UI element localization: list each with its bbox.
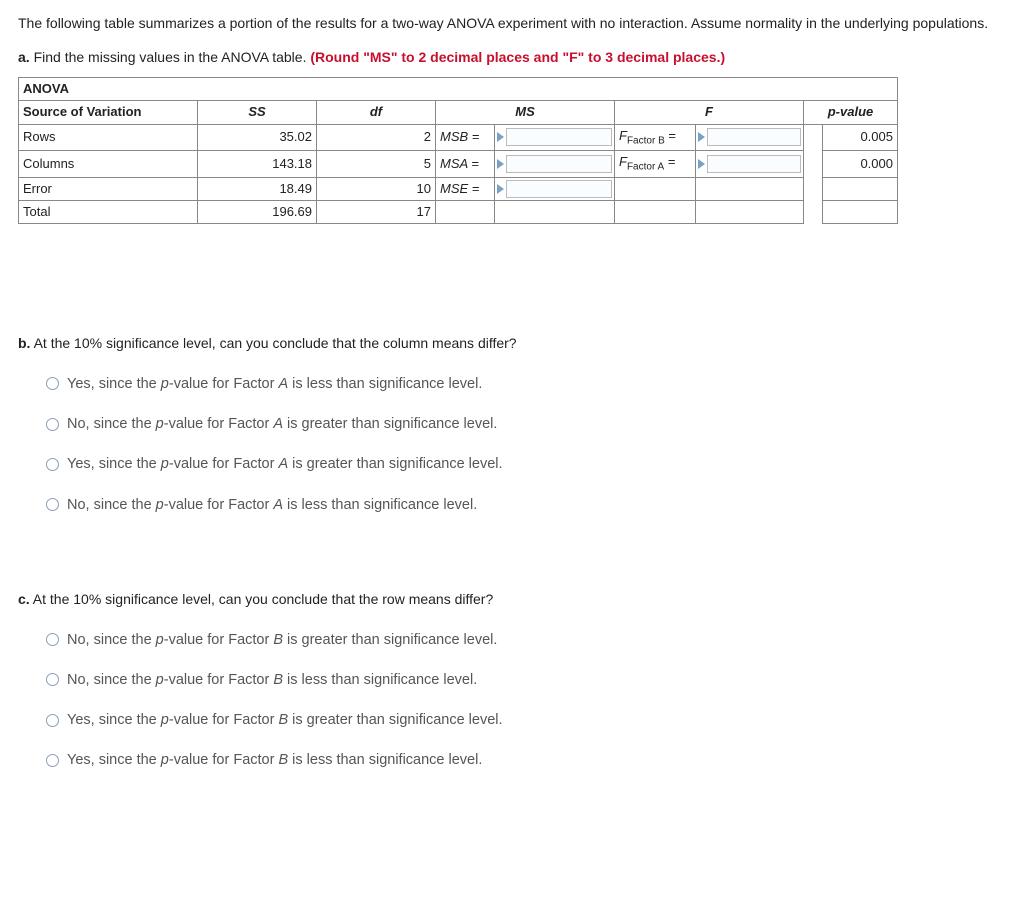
sov-columns: Columns [19, 151, 198, 178]
df-rows: 2 [317, 124, 436, 151]
radio-icon [46, 498, 59, 511]
dropdown-icon [698, 159, 705, 169]
anova-table: ANOVA Source of Variation SS df MS F p-v… [18, 77, 898, 224]
option-c3[interactable]: Yes, since the p-value for Factor B is g… [46, 710, 1006, 730]
option-b4-label: No, since the p-value for Factor A is le… [67, 495, 477, 515]
sov-error: Error [19, 177, 198, 200]
option-b4[interactable]: No, since the p-value for Factor A is le… [46, 495, 1006, 515]
option-c1-label: No, since the p-value for Factor B is gr… [67, 630, 497, 650]
msb-input[interactable] [497, 128, 612, 146]
pvalue-rows: 0.005 [823, 124, 898, 151]
msa-input[interactable] [497, 155, 612, 173]
radio-icon [46, 673, 59, 686]
part-b-label: b. [18, 335, 30, 351]
ss-rows: 35.02 [198, 124, 317, 151]
f-factor-b-input[interactable] [698, 128, 801, 146]
option-c3-label: Yes, since the p-value for Factor B is g… [67, 710, 503, 730]
option-c4[interactable]: Yes, since the p-value for Factor B is l… [46, 750, 1006, 770]
ss-total: 196.69 [198, 200, 317, 223]
ms-label-error: MSE = [440, 181, 479, 196]
df-error: 10 [317, 177, 436, 200]
part-a-label: a. [18, 49, 30, 65]
option-b3-label: Yes, since the p-value for Factor A is g… [67, 454, 503, 474]
part-c-label: c. [18, 591, 30, 607]
dropdown-icon [497, 184, 504, 194]
df-total: 17 [317, 200, 436, 223]
pvalue-columns: 0.000 [823, 151, 898, 178]
col-ms: MS [436, 101, 615, 124]
radio-icon [46, 458, 59, 471]
dropdown-icon [497, 132, 504, 142]
part-a-instruction: (Round "MS" to 2 decimal places and "F" … [310, 49, 725, 65]
table-row: Rows 35.02 2 MSB = FFactor B = 0.005 [19, 124, 898, 151]
ms-label-columns: MSA = [440, 156, 479, 171]
col-sov: Source of Variation [19, 101, 198, 124]
ss-error: 18.49 [198, 177, 317, 200]
table-row: Error 18.49 10 MSE = [19, 177, 898, 200]
ms-label-rows: MSB = [440, 129, 479, 144]
table-row: Total 196.69 17 [19, 200, 898, 223]
anova-title: ANOVA [19, 78, 898, 101]
df-columns: 5 [317, 151, 436, 178]
mse-input[interactable] [497, 180, 612, 198]
option-b3[interactable]: Yes, since the p-value for Factor A is g… [46, 454, 1006, 474]
col-ss: SS [198, 101, 317, 124]
dropdown-icon [497, 159, 504, 169]
option-b1-label: Yes, since the p-value for Factor A is l… [67, 374, 482, 394]
radio-icon [46, 377, 59, 390]
option-b2[interactable]: No, since the p-value for Factor A is gr… [46, 414, 1006, 434]
part-a-prompt: a. Find the missing values in the ANOVA … [18, 48, 1006, 68]
f-factor-a-input[interactable] [698, 155, 801, 173]
sov-total: Total [19, 200, 198, 223]
part-b-prompt: b. At the 10% significance level, can yo… [18, 334, 1006, 354]
part-b-text: At the 10% significance level, can you c… [30, 335, 516, 351]
col-pvalue: p-value [804, 101, 898, 124]
option-b1[interactable]: Yes, since the p-value for Factor A is l… [46, 374, 1006, 394]
col-df: df [317, 101, 436, 124]
ss-columns: 143.18 [198, 151, 317, 178]
radio-icon [46, 714, 59, 727]
option-c1[interactable]: No, since the p-value for Factor B is gr… [46, 630, 1006, 650]
table-row: Columns 143.18 5 MSA = FFactor A = 0.000 [19, 151, 898, 178]
sov-rows: Rows [19, 124, 198, 151]
intro-text: The following table summarizes a portion… [18, 14, 1006, 34]
radio-icon [46, 418, 59, 431]
option-c2[interactable]: No, since the p-value for Factor B is le… [46, 670, 1006, 690]
part-c-text: At the 10% significance level, can you c… [30, 591, 494, 607]
col-f: F [615, 101, 804, 124]
option-b2-label: No, since the p-value for Factor A is gr… [67, 414, 497, 434]
option-c4-label: Yes, since the p-value for Factor B is l… [67, 750, 482, 770]
option-c2-label: No, since the p-value for Factor B is le… [67, 670, 477, 690]
part-b-options: Yes, since the p-value for Factor A is l… [46, 374, 1006, 515]
dropdown-icon [698, 132, 705, 142]
part-c-prompt: c. At the 10% significance level, can yo… [18, 590, 1006, 610]
radio-icon [46, 754, 59, 767]
radio-icon [46, 633, 59, 646]
part-a-text: Find the missing values in the ANOVA tab… [30, 49, 311, 65]
part-c-options: No, since the p-value for Factor B is gr… [46, 630, 1006, 771]
